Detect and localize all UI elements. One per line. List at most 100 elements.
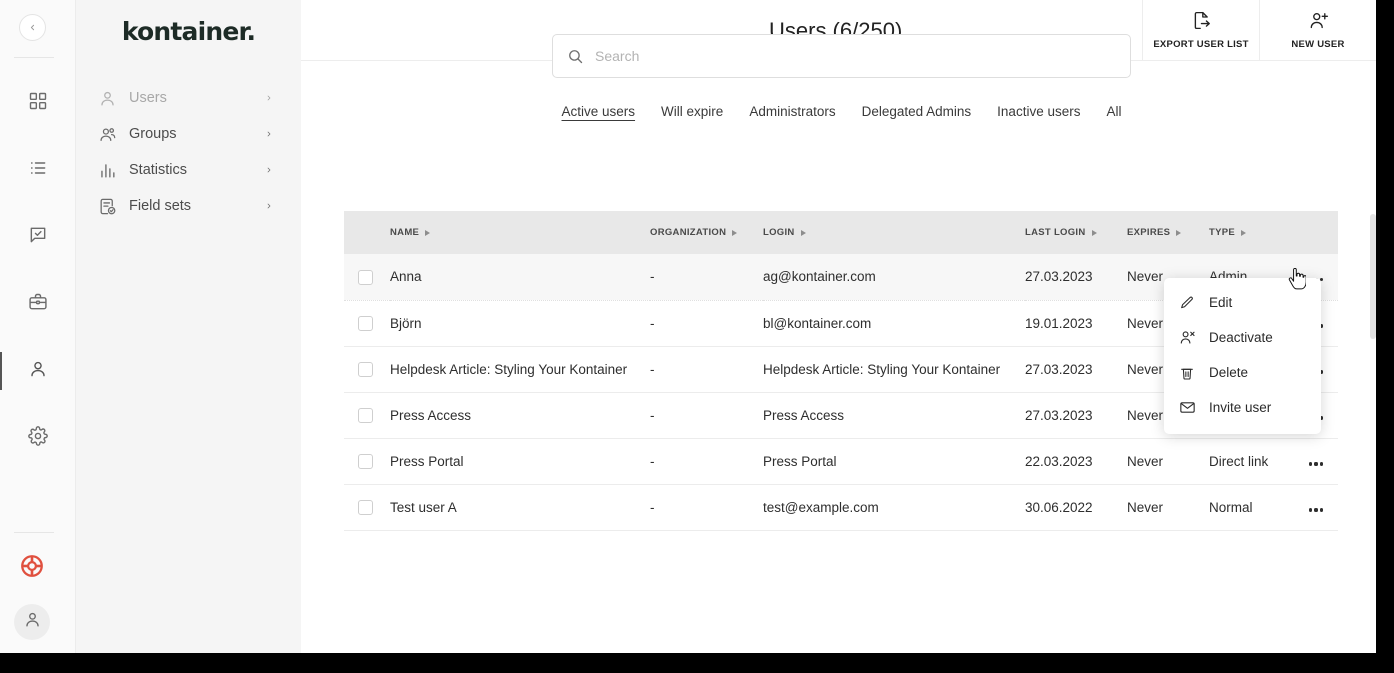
sort-icon[interactable] xyxy=(1092,230,1097,236)
envelope-icon xyxy=(1178,399,1196,417)
col-header-actions xyxy=(1294,211,1338,254)
export-user-list-button[interactable]: Export user list xyxy=(1142,0,1259,60)
new-user-label: New user xyxy=(1291,39,1344,50)
grid-icon xyxy=(28,91,48,116)
col-header-last-login[interactable]: Last login xyxy=(1025,211,1127,254)
rail-item-list[interactable] xyxy=(0,137,76,204)
sidebar-item-statistics[interactable]: Statistics xyxy=(76,152,301,188)
sidebar-item-label: Users xyxy=(129,90,265,106)
col-header-name[interactable]: Name xyxy=(390,211,650,254)
context-menu-item-label: Deactivate xyxy=(1209,330,1273,345)
row-actions-button[interactable] xyxy=(1309,508,1324,511)
rail-item-approvals[interactable] xyxy=(0,204,76,271)
context-menu-item-edit[interactable]: Edit xyxy=(1164,285,1321,320)
rail-divider-bottom xyxy=(14,532,54,533)
user-icon xyxy=(96,87,118,109)
cell-organization: - xyxy=(650,484,763,530)
col-header-organization-label: Organization xyxy=(650,227,726,238)
rail-item-users[interactable] xyxy=(0,338,76,405)
cell-login: Helpdesk Article: Styling Your Kontainer xyxy=(763,346,1025,392)
icon-rail xyxy=(0,0,76,653)
cell-type: Normal xyxy=(1209,484,1294,530)
row-context-menu: Edit Deactivate Delete Invite user xyxy=(1164,278,1321,434)
brand-logo[interactable]: kontainer. xyxy=(76,0,301,62)
col-header-organization[interactable]: Organization xyxy=(650,211,763,254)
cell-last-login: 19.01.2023 xyxy=(1025,300,1127,346)
col-header-expires-label: Expires xyxy=(1127,227,1170,238)
search-input[interactable] xyxy=(593,47,1116,65)
sort-icon[interactable] xyxy=(1241,230,1246,236)
row-checkbox[interactable] xyxy=(358,408,373,423)
tab-will-expire[interactable]: Will expire xyxy=(648,102,736,122)
user-icon xyxy=(28,359,48,384)
cell-last-login: 27.03.2023 xyxy=(1025,392,1127,438)
row-checkbox[interactable] xyxy=(358,454,373,469)
context-menu-item-invite-user[interactable]: Invite user xyxy=(1164,390,1321,425)
rail-item-projects[interactable] xyxy=(0,271,76,338)
search-box[interactable] xyxy=(552,34,1131,78)
row-checkbox[interactable] xyxy=(358,362,373,377)
rail-item-dashboard[interactable] xyxy=(0,70,76,137)
sort-icon[interactable] xyxy=(801,230,806,236)
users-group-icon xyxy=(96,123,118,145)
col-header-expires[interactable]: Expires xyxy=(1127,211,1209,254)
row-checkbox[interactable] xyxy=(358,316,373,331)
context-menu-item-delete[interactable]: Delete xyxy=(1164,355,1321,390)
account-avatar-button[interactable] xyxy=(14,604,50,640)
cell-type: Direct link xyxy=(1209,438,1294,484)
row-actions-button[interactable] xyxy=(1309,462,1324,465)
cell-organization: - xyxy=(650,438,763,484)
tab-inactive-users[interactable]: Inactive users xyxy=(984,102,1093,122)
cell-last-login: 27.03.2023 xyxy=(1025,254,1127,300)
sidebar-panel: kontainer. Users Groups xyxy=(76,0,301,653)
top-actions: Export user list New user xyxy=(1142,0,1376,60)
tab-administrators[interactable]: Administrators xyxy=(736,102,848,122)
sidebar-item-groups[interactable]: Groups xyxy=(76,116,301,152)
sidebar-item-field-sets[interactable]: Field sets xyxy=(76,188,301,224)
cell-expires: Never xyxy=(1127,484,1209,530)
tab-delegated-admins[interactable]: Delegated Admins xyxy=(849,102,985,122)
new-user-button[interactable]: New user xyxy=(1259,0,1376,60)
cell-organization: - xyxy=(650,346,763,392)
context-menu-item-label: Invite user xyxy=(1209,400,1271,415)
sidebar-item-users[interactable]: Users xyxy=(76,80,301,116)
cell-organization: - xyxy=(650,300,763,346)
file-export-icon xyxy=(1191,10,1212,36)
tab-active-users[interactable]: Active users xyxy=(549,102,649,122)
table-row[interactable]: Test user A - test@example.com 30.06.202… xyxy=(344,484,1338,530)
app-window: kontainer. Users Groups xyxy=(0,0,1376,653)
col-header-name-label: Name xyxy=(390,227,419,238)
row-checkbox[interactable] xyxy=(358,270,373,285)
sidebar-item-label: Groups xyxy=(129,126,265,142)
sort-icon[interactable] xyxy=(1176,230,1181,236)
rail-divider-top xyxy=(14,57,54,58)
cell-expires: Never xyxy=(1127,438,1209,484)
cell-last-login: 30.06.2022 xyxy=(1025,484,1127,530)
context-menu-item-label: Edit xyxy=(1209,295,1232,310)
table-row[interactable]: Press Portal - Press Portal 22.03.2023 N… xyxy=(344,438,1338,484)
col-header-login-label: Login xyxy=(763,227,795,238)
col-header-type[interactable]: Type xyxy=(1209,211,1294,254)
search-area xyxy=(552,34,1131,78)
sort-icon[interactable] xyxy=(425,230,430,236)
cell-login: ag@kontainer.com xyxy=(763,254,1025,300)
context-menu-item-deactivate[interactable]: Deactivate xyxy=(1164,320,1321,355)
cell-login: test@example.com xyxy=(763,484,1025,530)
sort-icon[interactable] xyxy=(732,230,737,236)
rail-item-settings[interactable] xyxy=(0,405,76,472)
row-checkbox[interactable] xyxy=(358,500,373,515)
export-user-list-label: Export user list xyxy=(1153,39,1248,50)
vertical-scrollbar[interactable] xyxy=(1370,214,1376,339)
chevron-right-icon xyxy=(265,128,275,140)
list-icon xyxy=(28,158,48,183)
col-header-login[interactable]: Login xyxy=(763,211,1025,254)
chat-check-icon xyxy=(28,225,48,250)
collapse-sidebar-button[interactable] xyxy=(19,14,46,41)
tab-all[interactable]: All xyxy=(1093,102,1134,122)
table-header-row: Name Organization Login Last login Expir xyxy=(344,211,1338,254)
sidebar-item-label: Statistics xyxy=(129,162,265,178)
table-head: Name Organization Login Last login Expir xyxy=(344,211,1338,254)
help-button[interactable] xyxy=(14,550,50,586)
cell-organization: - xyxy=(650,254,763,300)
user-plus-icon xyxy=(1308,10,1329,36)
